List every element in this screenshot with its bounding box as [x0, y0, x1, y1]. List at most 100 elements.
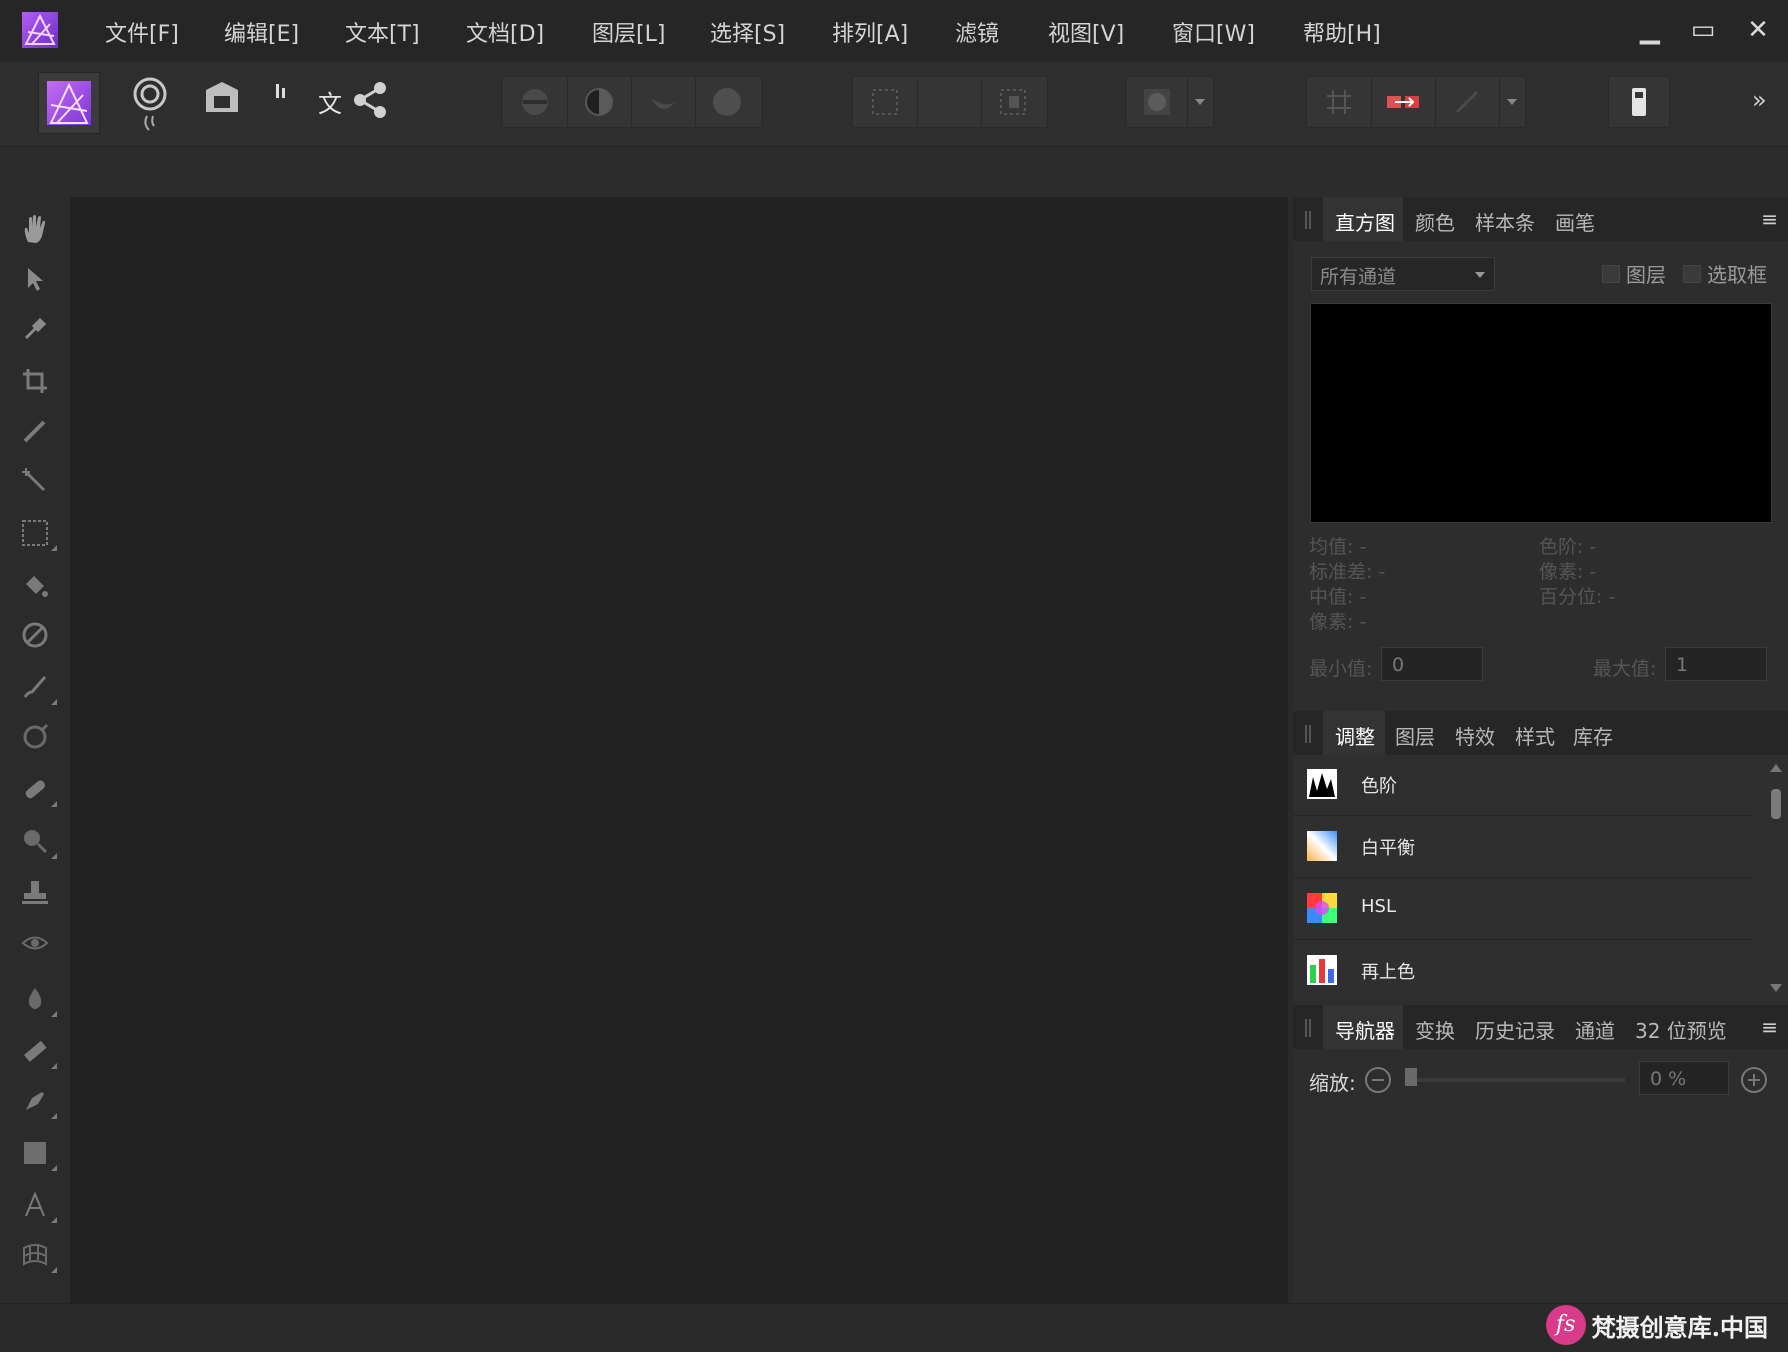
assistant-button[interactable] [1435, 77, 1500, 127]
scroll-down-icon[interactable] [1769, 983, 1783, 993]
tab-stock[interactable]: 库存 [1573, 721, 1613, 750]
grid-snapping-button[interactable] [1307, 77, 1372, 127]
tab-navigator[interactable]: 导航器 [1335, 1015, 1395, 1044]
max-value-field[interactable]: 1 [1665, 647, 1767, 681]
maximize-button[interactable]: ▭ [1683, 10, 1723, 50]
flood-fill-tool[interactable] [15, 565, 55, 605]
menu-item[interactable]: 文本[T] [345, 16, 420, 48]
text-a-icon [25, 1191, 45, 1217]
shape-tool[interactable] [15, 1133, 57, 1173]
tab-transform[interactable]: 变换 [1415, 1015, 1455, 1044]
tab-brushes[interactable]: 画笔 [1555, 207, 1595, 236]
panel-grip-icon[interactable] [1305, 1019, 1311, 1037]
tab-effects[interactable]: 特效 [1455, 721, 1495, 750]
selection-mode-button-3[interactable] [981, 77, 1045, 127]
tab-history[interactable]: 历史记录 [1475, 1015, 1555, 1044]
tone-mapping-persona-icon [276, 84, 285, 98]
scrollbar-thumb[interactable] [1771, 789, 1781, 819]
menu-item[interactable]: 排列[A] [832, 16, 908, 48]
zoom-slider-track[interactable] [1405, 1078, 1625, 1082]
panel-grip-icon[interactable] [1305, 725, 1311, 743]
panel-menu-icon[interactable]: ≡ [1761, 1015, 1778, 1039]
marquee-tool[interactable] [15, 513, 57, 553]
menu-item[interactable]: 文件[F] [105, 16, 179, 48]
min-value-field[interactable]: 0 [1381, 647, 1483, 681]
red-eye-tool[interactable] [15, 923, 55, 963]
develop-persona-button[interactable] [200, 74, 245, 124]
layer-checkbox[interactable] [1602, 265, 1620, 283]
zoom-value-field[interactable]: 0 % [1639, 1061, 1729, 1095]
menu-item[interactable]: 窗口[W] [1172, 16, 1255, 48]
adjustment-item-hsl[interactable]: HSL [1293, 879, 1753, 940]
scroll-up-icon[interactable] [1769, 763, 1783, 773]
panel-grip-icon[interactable] [1305, 211, 1311, 229]
mask-dropdown[interactable] [1187, 77, 1213, 127]
menu-item[interactable]: 选择[S] [710, 16, 785, 48]
panel-menu-icon[interactable]: ≡ [1761, 207, 1778, 231]
tab-color[interactable]: 颜色 [1415, 207, 1455, 236]
paint-brush-tool[interactable] [15, 667, 57, 707]
marquee-checkbox[interactable] [1683, 265, 1701, 283]
text-tool[interactable] [15, 1185, 57, 1225]
affinity-photo-logo-icon[interactable] [20, 10, 60, 50]
mask-button[interactable] [1127, 77, 1188, 127]
menu-item[interactable]: 图层[L] [592, 16, 665, 48]
smudge-tool[interactable] [15, 821, 57, 861]
export-persona-button[interactable] [348, 78, 392, 122]
color-picker-tool[interactable] [15, 309, 55, 349]
tab-histogram[interactable]: 直方图 [1335, 207, 1395, 236]
flyout-indicator [51, 1011, 57, 1017]
retouch-tool[interactable] [15, 769, 57, 809]
tab-layers[interactable]: 图层 [1395, 721, 1435, 750]
selection-mode-button-1[interactable] [853, 77, 918, 127]
adjustment-item-recolor[interactable]: 再上色 [1293, 941, 1753, 1001]
move-tool[interactable] [15, 259, 55, 299]
document-canvas[interactable] [70, 197, 1288, 1303]
menu-item[interactable]: 编辑[E] [224, 16, 299, 48]
clone-tool[interactable] [15, 873, 55, 913]
channel-select[interactable]: 所有通道 [1311, 257, 1495, 291]
tab-swatches[interactable]: 样本条 [1475, 207, 1535, 236]
toolbar-overflow-button[interactable]: » [1752, 86, 1767, 114]
view-tool[interactable] [15, 209, 55, 249]
gradient-tool[interactable] [15, 615, 55, 655]
menu-item[interactable]: 文档[D] [466, 16, 544, 48]
mesh-warp-tool[interactable] [15, 1235, 57, 1275]
close-button[interactable]: ✕ [1738, 10, 1778, 50]
selection-brush-tool[interactable] [15, 411, 55, 451]
text-persona-label[interactable]: 文 [318, 84, 342, 119]
photo-persona-button[interactable] [38, 72, 100, 134]
flood-select-tool[interactable] [15, 461, 55, 501]
tab-32bit-preview[interactable]: 32 位预览 [1635, 1015, 1727, 1044]
adjustments-scrollbar[interactable] [1763, 755, 1788, 1001]
crop-tool[interactable] [15, 361, 55, 401]
zoom-in-icon[interactable] [1739, 1065, 1769, 1095]
liquify-persona-button[interactable] [125, 72, 175, 132]
adjustment-item-white-balance[interactable]: 白平衡 [1293, 817, 1753, 878]
tab-channels[interactable]: 通道 [1575, 1015, 1615, 1044]
snapping-button[interactable] [1371, 77, 1436, 127]
context-toolbar-button[interactable] [1608, 76, 1670, 128]
menu-item[interactable]: 帮助[H] [1303, 16, 1381, 48]
auto-white-balance-button[interactable] [695, 77, 759, 127]
zoom-out-icon[interactable] [1363, 1065, 1393, 1095]
selection-mode-button-2[interactable] [917, 77, 982, 127]
chevron-down-icon [1507, 99, 1517, 105]
erase-tool[interactable] [15, 1031, 57, 1071]
tone-mapping-persona-button[interactable] [270, 76, 300, 122]
tab-adjustments[interactable]: 调整 [1335, 721, 1375, 750]
blur-tool[interactable] [15, 979, 57, 1019]
menu-item[interactable]: 视图[V] [1048, 16, 1124, 48]
zoom-slider-thumb[interactable] [1405, 1068, 1417, 1086]
assistant-dropdown[interactable] [1499, 77, 1525, 127]
adjustment-item-levels[interactable]: 色阶 [1293, 755, 1753, 816]
auto-contrast-button[interactable] [567, 77, 632, 127]
pen-tool[interactable] [15, 1081, 57, 1121]
menu-item[interactable]: 滤镜 [955, 16, 999, 48]
auto-colors-button[interactable] [631, 77, 696, 127]
tab-styles[interactable]: 样式 [1515, 721, 1555, 750]
minimize-button[interactable]: ▁ [1630, 10, 1670, 50]
dodge-tool[interactable] [15, 717, 55, 757]
auto-levels-button[interactable] [503, 77, 568, 127]
paint-brush-icon [23, 676, 47, 698]
